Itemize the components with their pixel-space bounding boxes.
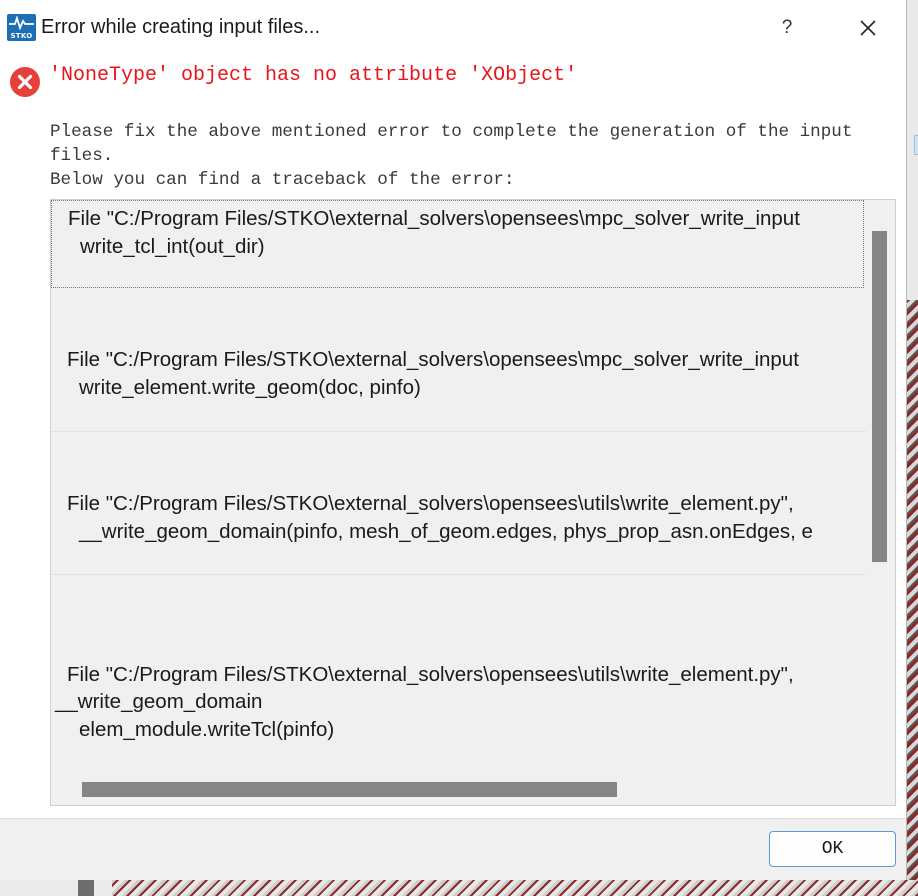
background-viewport-fragment-bottom	[112, 880, 918, 896]
traceback-item[interactable]: File "C:/Program Files/STKO\external_sol…	[51, 288, 866, 432]
background-application	[906, 0, 918, 896]
vertical-scrollbar-thumb[interactable]	[872, 231, 887, 562]
background-panel-fragment	[78, 880, 94, 896]
help-button[interactable]: ?	[772, 14, 802, 42]
traceback-function: __write_geom_domain	[55, 690, 263, 713]
instructions-line: Below you can find a traceback of the er…	[50, 170, 515, 190]
background-application-bottom	[0, 880, 918, 896]
close-button[interactable]	[848, 12, 888, 44]
traceback-item[interactable]: File "C:/Program Files/STKO\external_sol…	[51, 200, 864, 288]
traceback-file: File "C:/Program Files/STKO\external_sol…	[67, 492, 794, 515]
traceback-file: File "C:/Program Files/STKO\external_sol…	[67, 663, 794, 686]
traceback-item[interactable]: File "C:/Program Files/STKO\external_sol…	[51, 575, 866, 774]
horizontal-scrollbar[interactable]	[51, 774, 895, 805]
background-viewport-fragment	[906, 300, 918, 896]
traceback-list[interactable]: File "C:/Program Files/STKO\external_sol…	[50, 199, 896, 806]
instructions-text: Please fix the above mentioned error to …	[50, 120, 900, 192]
traceback-code: write_element.write_geom(doc, pinfo)	[79, 376, 421, 399]
traceback-item[interactable]: File "C:/Program Files/STKO\external_sol…	[51, 432, 866, 575]
instructions-line: files.	[50, 146, 114, 166]
traceback-file: File "C:/Program Files/STKO\external_sol…	[68, 207, 800, 230]
traceback-code: elem_module.writeTcl(pinfo)	[79, 718, 335, 741]
title-bar[interactable]: STKO Error while creating input files...…	[0, 0, 906, 56]
error-x-icon	[10, 67, 40, 97]
background-toolbar-fragment	[914, 135, 918, 155]
traceback-code: write_tcl_int(out_dir)	[80, 235, 265, 258]
vertical-scrollbar[interactable]	[866, 200, 895, 774]
error-message: 'NoneType' object has no attribute 'XObj…	[49, 64, 578, 87]
horizontal-scrollbar-thumb[interactable]	[82, 782, 617, 797]
logo-text: STKO	[10, 32, 33, 40]
traceback-viewport: File "C:/Program Files/STKO\external_sol…	[51, 200, 866, 774]
traceback-file: File "C:/Program Files/STKO\external_sol…	[67, 348, 799, 371]
footer-divider	[0, 818, 906, 819]
traceback-code: __write_geom_domain(pinfo, mesh_of_geom.…	[79, 520, 813, 543]
instructions-line: Please fix the above mentioned error to …	[50, 122, 853, 142]
error-dialog: STKO Error while creating input files...…	[0, 0, 907, 880]
close-icon	[860, 20, 876, 36]
stko-logo-icon: STKO	[7, 14, 36, 41]
window-title: Error while creating input files...	[41, 16, 321, 38]
ok-button[interactable]: OK	[769, 831, 896, 867]
